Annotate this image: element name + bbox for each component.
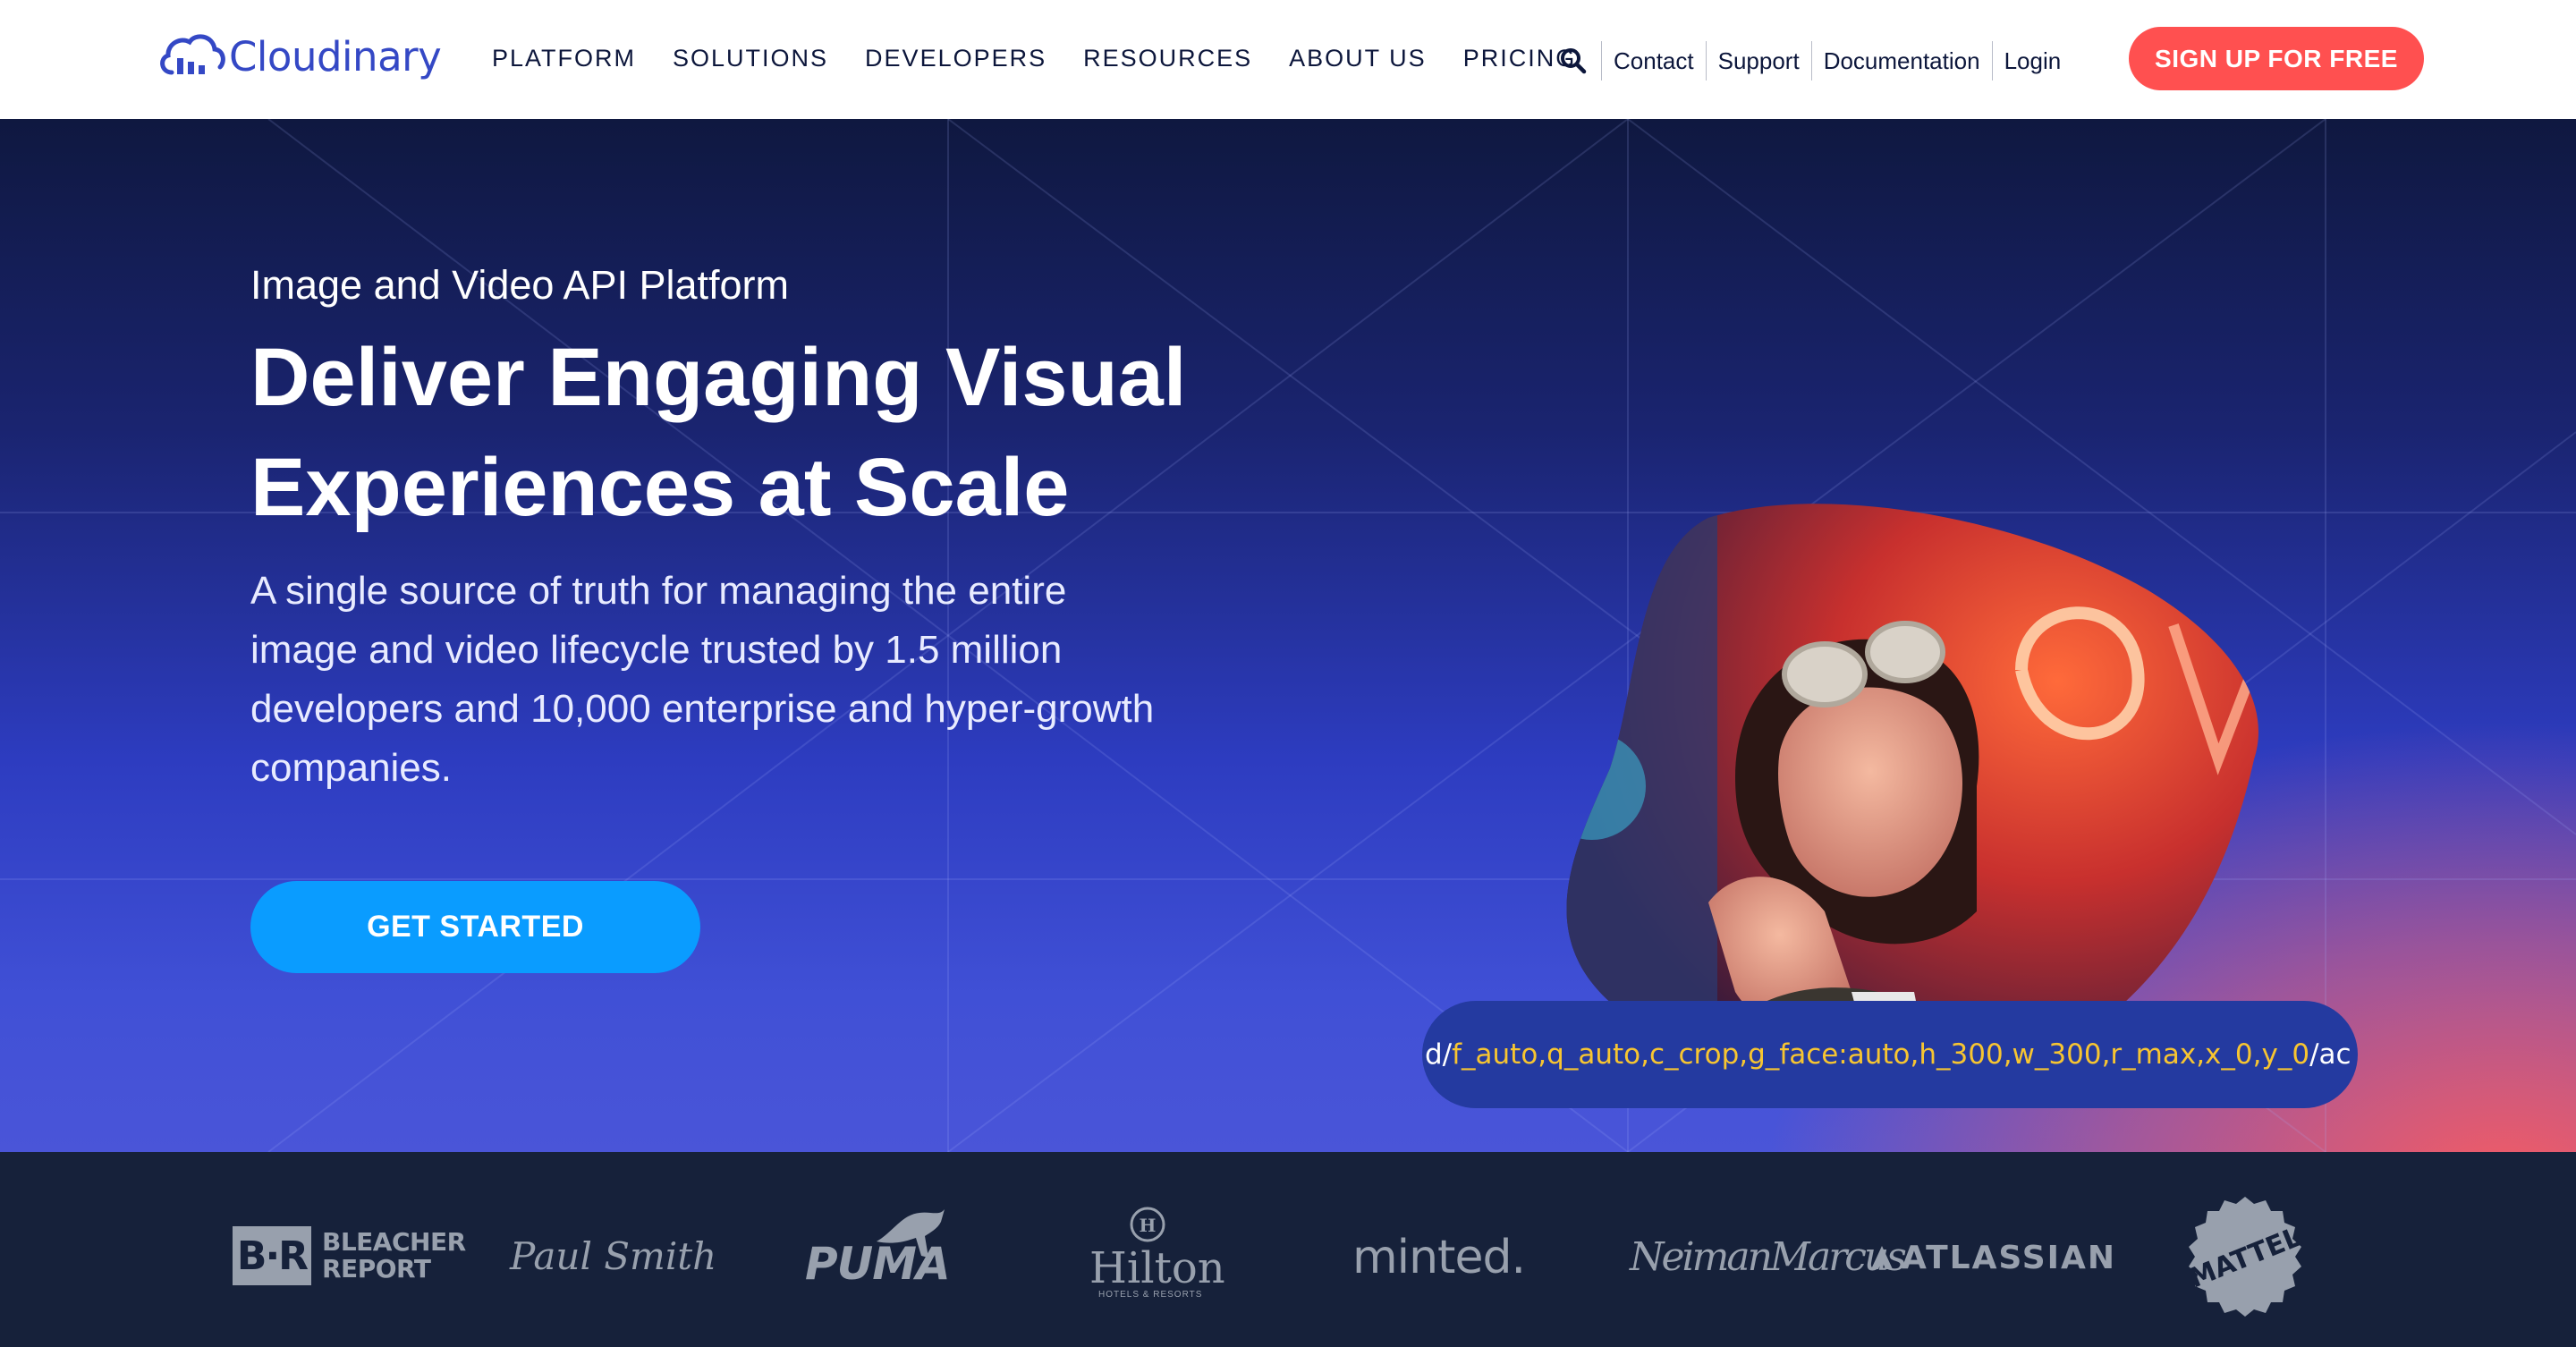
- top-navigation: Cloudinary PLATFORM SOLUTIONS DEVELOPERS…: [0, 0, 2576, 119]
- url-transformation-params: f_auto,q_auto,c_crop,g_face:auto,h_300,w…: [1452, 1038, 2310, 1071]
- documentation-link[interactable]: Documentation: [1810, 41, 1992, 80]
- menu-platform[interactable]: PLATFORM: [492, 38, 636, 79]
- puma-cat-icon: [877, 1209, 945, 1258]
- atlassian-wordmark: ATLASSIAN: [1902, 1240, 2117, 1276]
- svg-text:H: H: [1140, 1215, 1157, 1236]
- cloudinary-cloud-icon: [160, 34, 225, 75]
- minted-logo: minted.: [1352, 1231, 1526, 1284]
- hero-eyebrow: Image and Video API Platform: [250, 262, 790, 308]
- logo-wordmark: Cloudinary: [229, 32, 442, 80]
- menu-solutions[interactable]: SOLUTIONS: [673, 38, 828, 79]
- contact-link[interactable]: Contact: [1601, 41, 1706, 80]
- neiman-marcus-logo: NeimanMarcus: [1630, 1234, 1907, 1280]
- get-started-button[interactable]: GET STARTED: [250, 881, 700, 973]
- hero-description: A single source of truth for managing th…: [250, 569, 1155, 790]
- hero-section: Image and Video API Platform Deliver Eng…: [0, 119, 2576, 1152]
- customer-logo-strip: B·R BLEACHER REPORT Paul Smith PUMA H Hi…: [0, 1152, 2576, 1347]
- sign-up-button[interactable]: SIGN UP FOR FREE: [2129, 27, 2424, 90]
- bleacher-report-logo-text: BLEACHER REPORT: [322, 1229, 466, 1283]
- utility-links: Contact Support Documentation Login: [1558, 39, 2072, 82]
- menu-developers[interactable]: DEVELOPERS: [865, 38, 1046, 79]
- url-prefix: d/: [1425, 1038, 1453, 1071]
- hero-headline: Deliver Engaging Visual Experiences at S…: [250, 332, 1187, 533]
- hilton-tagline: HOTELS & RESORTS: [1098, 1290, 1203, 1300]
- atlassian-a-icon: [1871, 1246, 1893, 1269]
- menu-about-us[interactable]: ABOUT US: [1289, 38, 1427, 79]
- atlassian-logo: ATLASSIAN: [1869, 1240, 2116, 1276]
- main-menu: PLATFORM SOLUTIONS DEVELOPERS RESOURCES …: [492, 38, 1576, 79]
- search-icon[interactable]: [1558, 43, 1589, 79]
- bleacher-report-logo-mark: B·R: [233, 1226, 311, 1285]
- transformation-url-text: d/f_auto,q_auto,c_crop,g_face:auto,h_300…: [1425, 1001, 2351, 1108]
- transformation-url-bar: d/f_auto,q_auto,c_crop,g_face:auto,h_300…: [1422, 1001, 2358, 1108]
- paul-smith-logo: Paul Smith: [510, 1234, 717, 1278]
- url-suffix: /ac: [2309, 1038, 2351, 1071]
- support-link[interactable]: Support: [1705, 41, 1811, 80]
- cloudinary-logo[interactable]: Cloudinary: [156, 25, 442, 88]
- mattel-logo: MATTEL: [2184, 1197, 2306, 1317]
- bleacher-report-line-2: REPORT: [322, 1254, 431, 1283]
- hilton-crest-icon: H: [1130, 1207, 1165, 1242]
- login-link[interactable]: Login: [1991, 41, 2073, 80]
- bleacher-report-line-1: BLEACHER: [322, 1227, 466, 1257]
- hilton-logo: Hilton: [1089, 1243, 1225, 1293]
- menu-resources[interactable]: RESOURCES: [1083, 38, 1252, 79]
